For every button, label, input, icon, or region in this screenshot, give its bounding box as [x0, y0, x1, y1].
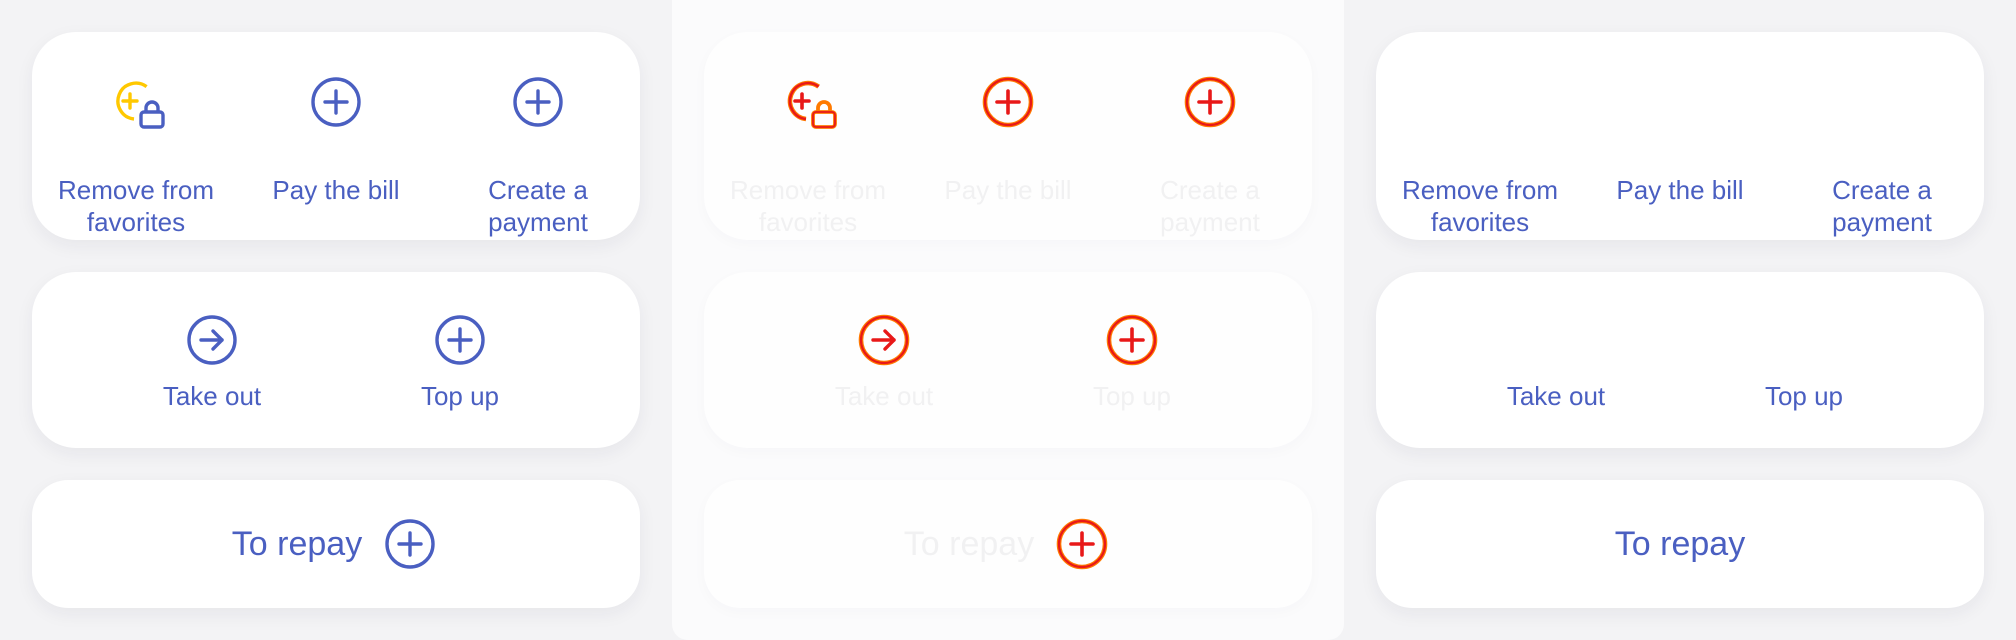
action-label: To repay: [903, 524, 1035, 563]
transfer-card: Take out Top up: [32, 272, 640, 448]
remove-from-favorites-button[interactable]: Remove from favorites: [1380, 72, 1580, 242]
action-label: Take out: [834, 381, 934, 411]
remove-from-favorites-button[interactable]: Remove from favorites: [36, 72, 236, 242]
action-label: Take out: [1506, 381, 1606, 411]
repay-card: To repay: [1376, 480, 1984, 608]
variant-colored-icons: Remove from favorites Pay the bill Creat…: [672, 0, 1344, 640]
arrow-right-circle-icon: [182, 310, 242, 370]
plus-circle-icon: [430, 310, 490, 370]
transfer-card: Take out Top up: [1376, 272, 1984, 448]
action-label: Pay the bill: [944, 175, 1072, 205]
take-out-button[interactable]: Take out: [112, 310, 312, 430]
action-label: Create a payment: [1160, 175, 1260, 237]
top-up-button[interactable]: Top up: [1032, 310, 1232, 430]
to-repay-button[interactable]: To repay: [704, 480, 1312, 608]
repay-card: To repay: [32, 480, 640, 608]
take-out-button[interactable]: Take out: [784, 310, 984, 430]
action-label: Create a payment: [1832, 175, 1932, 237]
create-a-payment-button[interactable]: Create a payment: [1782, 72, 1982, 242]
plus-circle-icon: [978, 72, 1038, 132]
action-label: Top up: [420, 381, 500, 411]
action-label: To repay: [231, 524, 363, 563]
quick-actions-card: Remove from favorites Pay the bill Creat…: [32, 32, 640, 240]
pay-the-bill-button[interactable]: Pay the bill: [1580, 72, 1780, 242]
variant-labels-only: Remove from favorites Pay the bill Creat…: [1344, 0, 2016, 640]
action-label: Create a payment: [488, 175, 588, 237]
add-lock-icon: [106, 72, 166, 132]
plus-circle-icon: [1052, 514, 1112, 574]
plus-circle-icon: [1102, 310, 1162, 370]
plus-circle-icon: [306, 72, 366, 132]
action-label: Pay the bill: [272, 175, 400, 205]
add-lock-icon: [778, 72, 838, 132]
variant-default: Remove from favorites Pay the bill Creat…: [0, 0, 672, 640]
arrow-right-circle-icon: [854, 310, 914, 370]
action-label: Top up: [1092, 381, 1172, 411]
pay-the-bill-button[interactable]: Pay the bill: [236, 72, 436, 242]
action-label: Pay the bill: [1616, 175, 1744, 205]
action-label: Take out: [162, 381, 262, 411]
transfer-card: Take out Top up: [704, 272, 1312, 448]
top-up-button[interactable]: Top up: [360, 310, 560, 430]
quick-actions-card: Remove from favorites Pay the bill Creat…: [704, 32, 1312, 240]
remove-from-favorites-button[interactable]: Remove from favorites: [708, 72, 908, 242]
action-label: To repay: [1614, 524, 1746, 563]
plus-circle-icon: [1180, 72, 1240, 132]
action-label: Remove from favorites: [57, 175, 215, 237]
action-label: Remove from favorites: [1401, 175, 1559, 237]
top-up-button[interactable]: Top up: [1704, 310, 1904, 430]
repay-card: To repay: [704, 480, 1312, 608]
quick-actions-card: Remove from favorites Pay the bill Creat…: [1376, 32, 1984, 240]
plus-circle-icon: [380, 514, 440, 574]
action-label: Remove from favorites: [729, 175, 887, 237]
take-out-button[interactable]: Take out: [1456, 310, 1656, 430]
create-a-payment-button[interactable]: Create a payment: [438, 72, 638, 242]
pay-the-bill-button[interactable]: Pay the bill: [908, 72, 1108, 242]
to-repay-button[interactable]: To repay: [1376, 480, 1984, 608]
create-a-payment-button[interactable]: Create a payment: [1110, 72, 1310, 242]
action-label: Top up: [1764, 381, 1844, 411]
to-repay-button[interactable]: To repay: [32, 480, 640, 608]
plus-circle-icon: [508, 72, 568, 132]
